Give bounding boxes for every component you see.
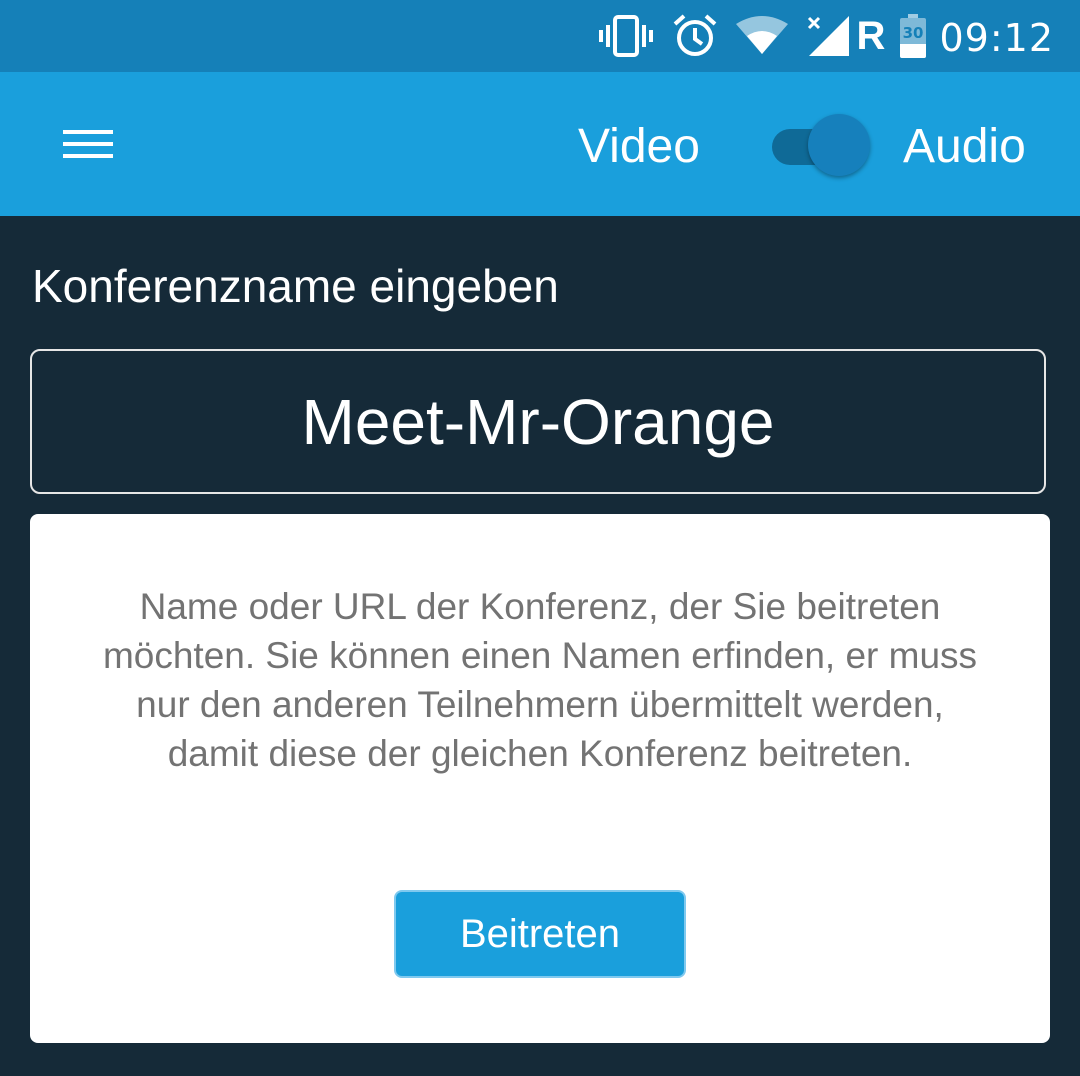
audio-label[interactable]: Audio [903,72,1026,216]
alarm-icon [670,0,720,72]
roaming-label: R [856,13,886,58]
help-text: Name oder URL der Konferenz, der Sie bei… [102,586,978,774]
status-time: 09:12 [939,16,1054,60]
video-label[interactable]: Video [578,72,700,216]
toggle-thumb [808,114,870,176]
status-bar: R 30 09:12 [0,0,1080,72]
vibrate-icon [596,0,656,72]
battery-icon: 30 [896,0,930,72]
app-bar: Video Audio [0,72,1080,216]
info-card: Name oder URL der Konferenz, der Sie bei… [30,514,1050,1043]
hamburger-menu-icon[interactable] [48,112,128,176]
join-button[interactable]: Beitreten [394,890,686,978]
signal-icon: R [806,0,886,72]
video-audio-toggle[interactable] [770,112,870,182]
section-title: Konferenzname eingeben [32,260,559,312]
room-name-input[interactable] [30,349,1046,494]
battery-level: 30 [902,24,924,42]
wifi-icon [734,0,790,72]
